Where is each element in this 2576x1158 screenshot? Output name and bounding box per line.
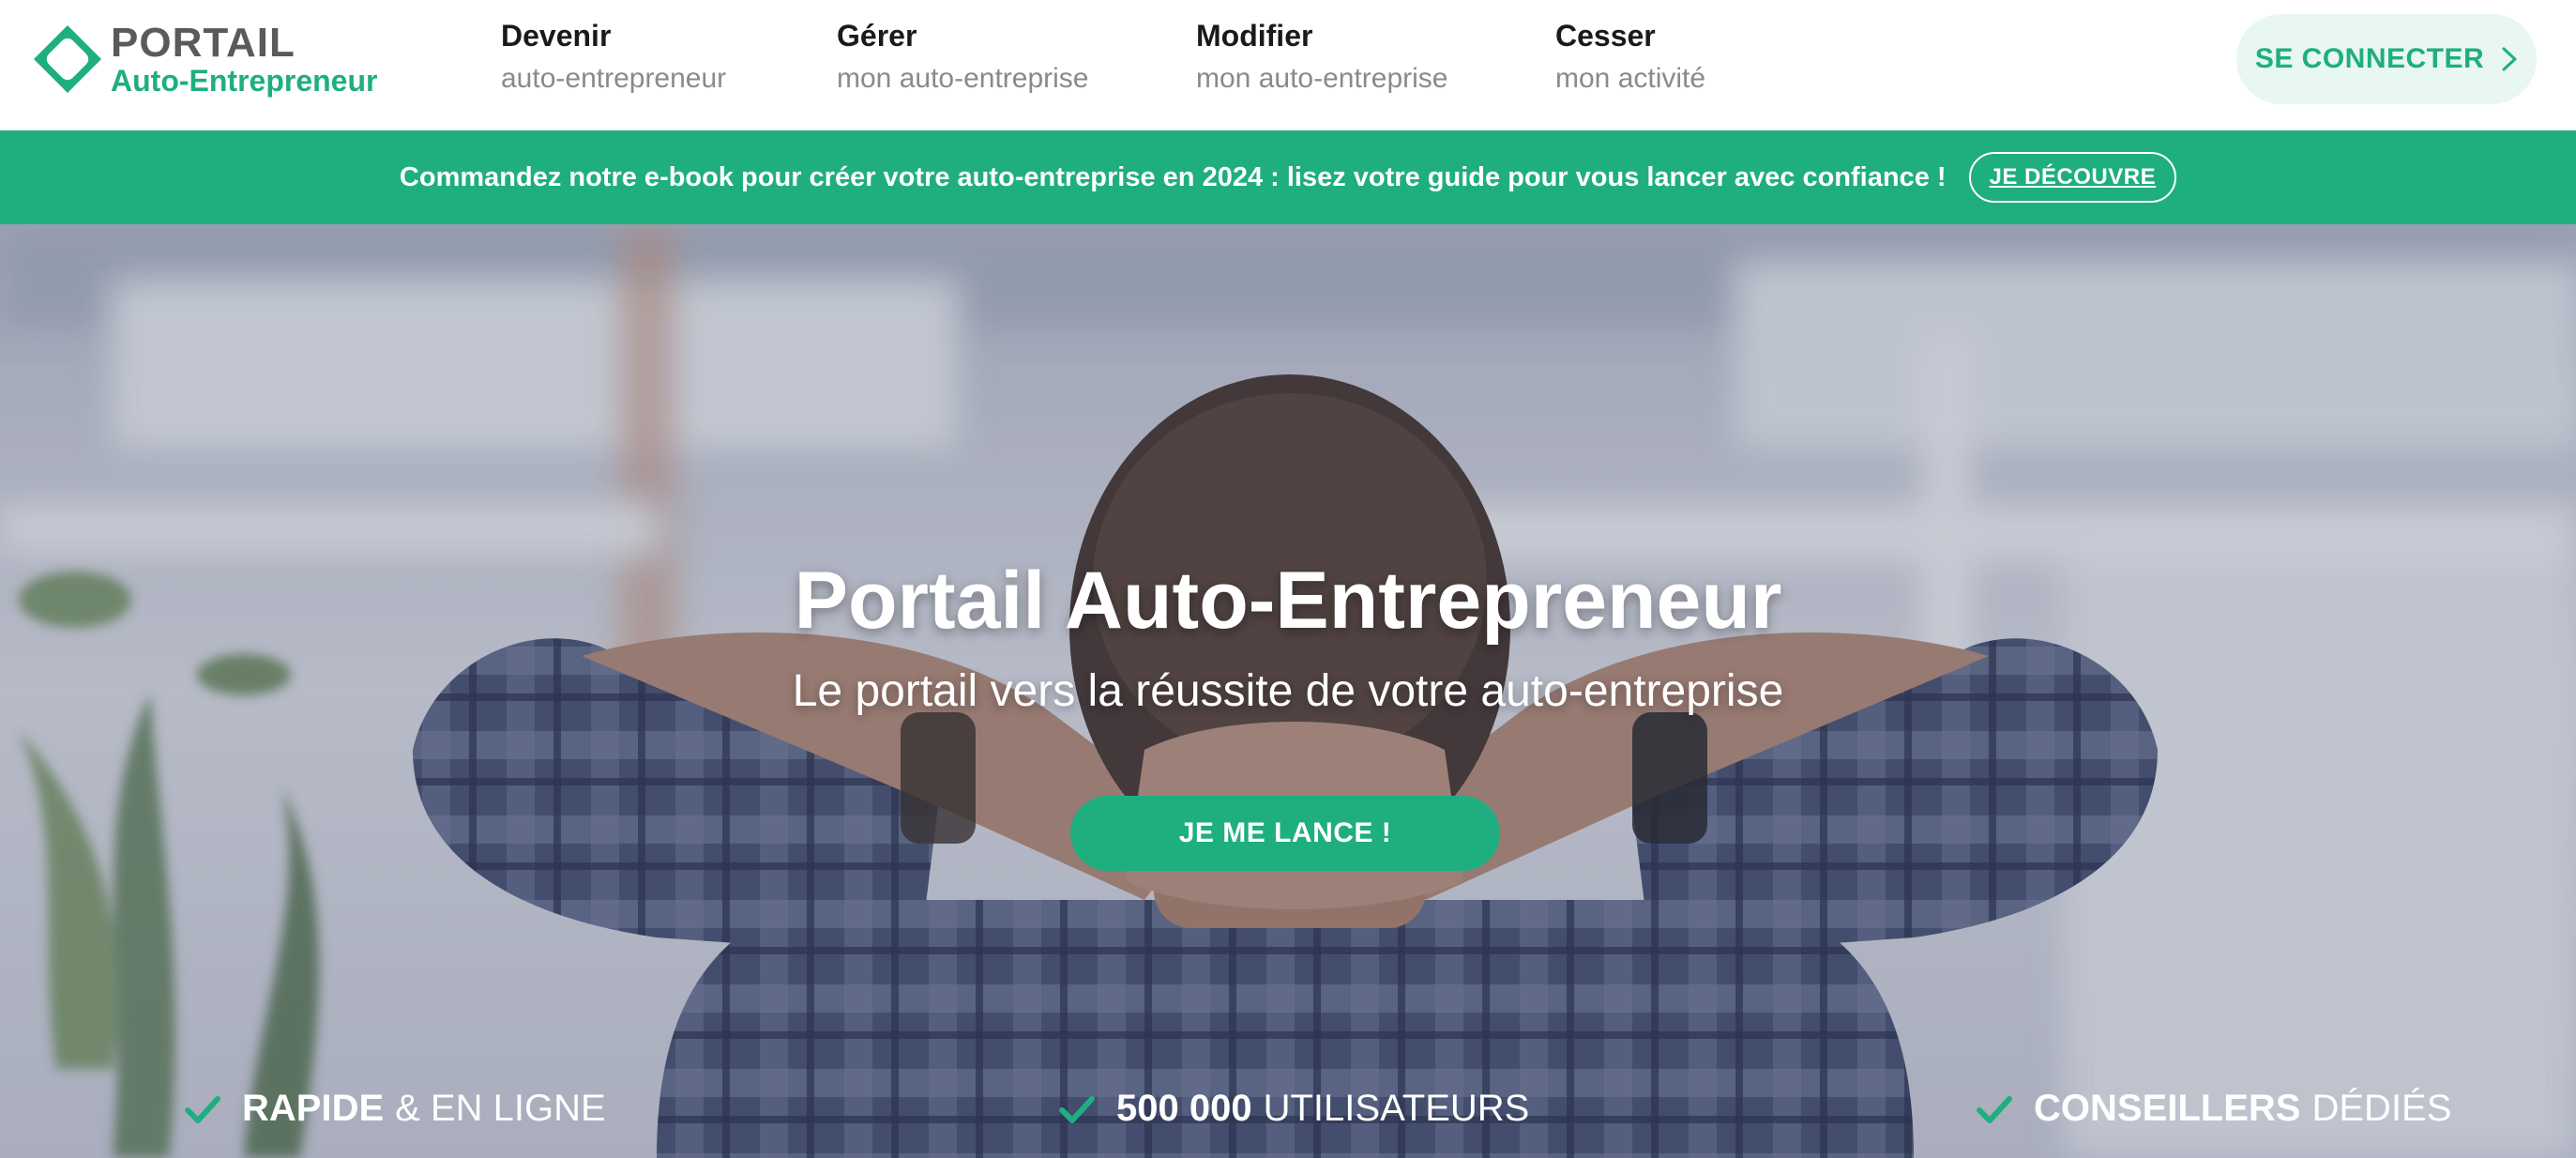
feature-fast-online: RAPIDE & EN LIGNE — [184, 1088, 606, 1130]
login-button[interactable]: SE CONNECTER — [2236, 14, 2537, 104]
promo-banner: Commandez notre e-book pour créer votre … — [0, 130, 2576, 224]
hero-subtitle: Le portail vers la réussite de votre aut… — [792, 666, 1784, 716]
discover-button-label: JE DÉCOUVRE — [1989, 164, 2157, 190]
site-header: PORTAIL Auto-Entrepreneur Devenir auto-e… — [0, 0, 2576, 130]
logo-icon — [34, 25, 101, 93]
nav-item-title: Cesser — [1555, 19, 1656, 53]
feature-strong-text: CONSEILLERS — [2034, 1088, 2301, 1129]
nav-item-modifier[interactable]: Modifier mon auto-entreprise — [1196, 19, 1447, 95]
login-button-label: SE CONNECTER — [2254, 43, 2485, 74]
feature-strong-text: RAPIDE — [242, 1088, 385, 1129]
feature-light-text: UTILISATEURS — [1263, 1088, 1530, 1129]
check-icon — [1977, 1095, 2012, 1123]
logo-subtitle: Auto-Entrepreneur — [111, 64, 378, 98]
discover-button[interactable]: JE DÉCOUVRE — [1968, 152, 2177, 203]
nav-item-cesser[interactable]: Cesser mon activité — [1555, 19, 1705, 95]
feature-light-text: DÉDIÉS — [2311, 1088, 2452, 1129]
nav-item-title: Gérer — [837, 19, 917, 53]
get-started-label: JE ME LANCE ! — [1178, 817, 1392, 848]
check-icon — [1059, 1095, 1095, 1123]
nav-item-subtitle: auto-entrepreneur — [501, 63, 727, 94]
nav-item-title: Modifier — [1196, 19, 1313, 53]
chevron-right-icon — [2502, 47, 2517, 71]
hero-title: Portail Auto-Entrepreneur — [794, 556, 1782, 646]
promo-text: Commandez notre e-book pour créer votre … — [399, 161, 1947, 192]
nav-item-subtitle: mon auto-entreprise — [837, 63, 1089, 94]
feature-strong-text: 500 000 — [1116, 1088, 1252, 1129]
get-started-button[interactable]: JE ME LANCE ! — [1070, 796, 1500, 871]
site-logo[interactable]: PORTAIL Auto-Entrepreneur — [32, 23, 377, 96]
feature-light-text: & EN LIGNE — [395, 1088, 606, 1129]
nav-item-title: Devenir — [501, 19, 612, 53]
logo-title: PORTAIL — [111, 20, 295, 66]
hero-section: Portail Auto-Entrepreneur Le portail ver… — [0, 224, 2576, 1158]
nav-item-subtitle: mon activité — [1555, 63, 1706, 94]
check-icon — [185, 1095, 220, 1123]
nav-item-devenir[interactable]: Devenir auto-entrepreneur — [501, 19, 726, 95]
feature-users: 500 000 UTILISATEURS — [1058, 1088, 1529, 1130]
nav-item-gerer[interactable]: Gérer mon auto-entreprise — [837, 19, 1088, 95]
feature-advisors: CONSEILLERS DÉDIÉS — [1976, 1088, 2451, 1130]
nav-item-subtitle: mon auto-entreprise — [1196, 63, 1448, 94]
